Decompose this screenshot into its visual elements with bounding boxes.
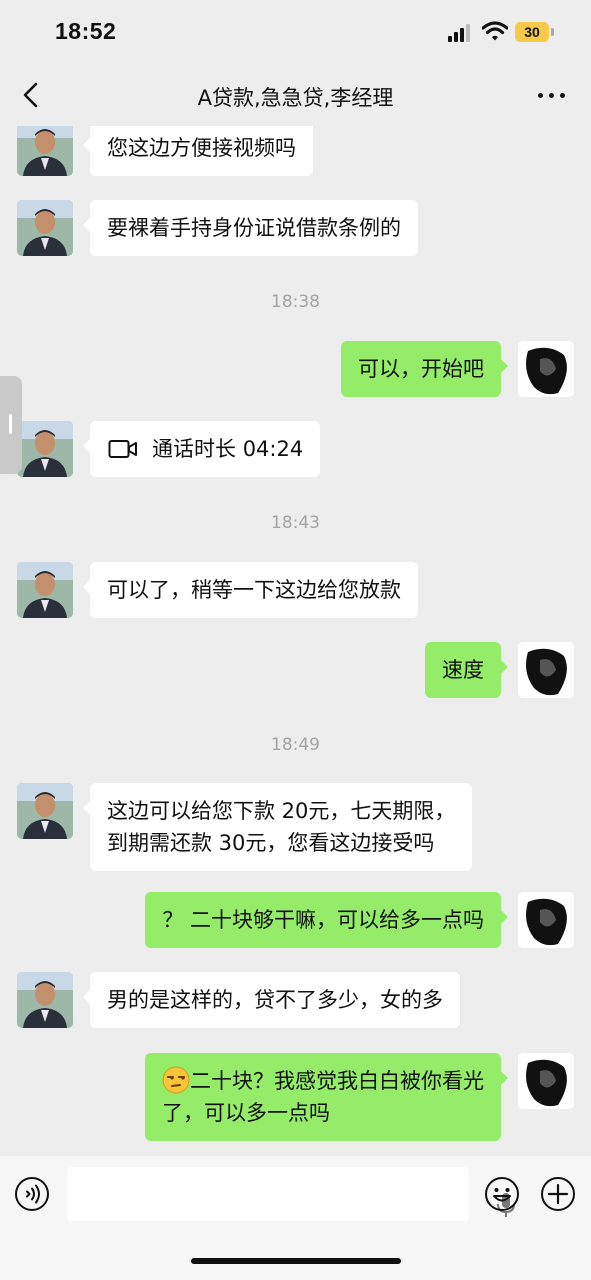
message-outgoing: ？ 二十块够干嘛，可以给多一点吗 bbox=[0, 892, 591, 952]
contact-avatar[interactable] bbox=[17, 562, 73, 618]
contact-avatar[interactable] bbox=[17, 783, 73, 839]
message-incoming: 您这边方便接视频吗 bbox=[0, 126, 591, 180]
status-bar: 18:52 30 bbox=[0, 0, 591, 66]
my-avatar[interactable] bbox=[518, 892, 574, 948]
message-line: 这边可以给您下款 20元，七天期限， bbox=[107, 799, 456, 823]
contact-avatar[interactable] bbox=[17, 200, 73, 256]
contact-avatar[interactable] bbox=[17, 421, 73, 477]
message-incoming: 要裸着手持身份证说借款条例的 bbox=[0, 200, 591, 260]
call-label: 通话时长 bbox=[152, 437, 236, 461]
message-input[interactable] bbox=[67, 1167, 515, 1221]
message-incoming: 可以了，稍等一下这边给您放款 bbox=[0, 562, 591, 622]
call-duration: 04:24 bbox=[242, 437, 304, 461]
message-incoming: 通话时长 04:24 bbox=[0, 421, 591, 481]
more-options-icon[interactable] bbox=[536, 91, 568, 101]
wifi-icon bbox=[482, 21, 508, 41]
timestamp: 18:38 bbox=[271, 292, 320, 312]
message-incoming: 男的是这样的，贷不了多少，女的多 bbox=[0, 972, 591, 1032]
my-avatar[interactable] bbox=[518, 341, 574, 397]
unamused-face-icon bbox=[162, 1066, 190, 1094]
voice-icon[interactable] bbox=[14, 1176, 50, 1212]
status-time: 18:52 bbox=[55, 18, 117, 44]
chat-messages[interactable]: 您这边方便接视频吗 要裸着手持身份证说借款条例的 18:38 可以，开始吧 通话… bbox=[0, 126, 591, 1156]
message-line: 了，可以多一点吗 bbox=[162, 1101, 330, 1125]
timestamp: 18:43 bbox=[271, 513, 320, 533]
battery-indicator: 30 bbox=[515, 22, 554, 42]
message-outgoing: 可以，开始吧 bbox=[0, 341, 591, 401]
chat-title: A贷款,急急贷,李经理 bbox=[197, 86, 394, 110]
timestamp: 18:49 bbox=[271, 735, 320, 755]
emoji-icon[interactable] bbox=[484, 1176, 520, 1212]
video-camera-icon bbox=[108, 440, 137, 458]
contact-avatar[interactable] bbox=[17, 126, 73, 176]
message-incoming: 这边可以给您下款 20元，七天期限， 到期需还款 30元，您看这边接受吗 bbox=[0, 783, 591, 873]
message-line: 到期需还款 30元，您看这边接受吗 bbox=[107, 831, 435, 855]
message-outgoing: 二十块？我感觉我白白被你看光 了，可以多一点吗 bbox=[0, 1053, 591, 1143]
chat-header: A贷款,急急贷,李经理 bbox=[0, 66, 591, 126]
message-bubble[interactable]: 可以，开始吧 bbox=[341, 341, 508, 397]
my-avatar[interactable] bbox=[518, 642, 574, 698]
home-indicator bbox=[191, 1258, 401, 1264]
message-bubble[interactable]: 要裸着手持身份证说借款条例的 bbox=[83, 200, 418, 256]
message-bubble[interactable]: 这边可以给您下款 20元，七天期限， 到期需还款 30元，您看这边接受吗 bbox=[82, 783, 473, 871]
message-bubble[interactable]: 可以了，稍等一下这边给您放款 bbox=[83, 562, 418, 618]
message-bubble[interactable]: ？ 二十块够干嘛，可以给多一点吗 bbox=[145, 892, 508, 948]
message-line: 二十块？我感觉我白白被你看光 bbox=[190, 1069, 484, 1093]
message-bubble[interactable]: 速度 bbox=[425, 642, 508, 698]
side-drag-handle[interactable] bbox=[0, 376, 22, 474]
message-bubble[interactable]: 男的是这样的，贷不了多少，女的多 bbox=[83, 972, 460, 1028]
message-bubble[interactable]: 您这边方便接视频吗 bbox=[83, 126, 313, 176]
cellular-signal-icon bbox=[448, 24, 474, 42]
message-bubble[interactable]: 二十块？我感觉我白白被你看光 了，可以多一点吗 bbox=[145, 1053, 508, 1141]
contact-avatar[interactable] bbox=[17, 972, 73, 1028]
my-avatar[interactable] bbox=[518, 1053, 574, 1109]
video-call-bubble[interactable]: 通话时长 04:24 bbox=[82, 421, 321, 477]
message-outgoing: 速度 bbox=[0, 642, 591, 702]
plus-icon[interactable] bbox=[540, 1176, 576, 1212]
